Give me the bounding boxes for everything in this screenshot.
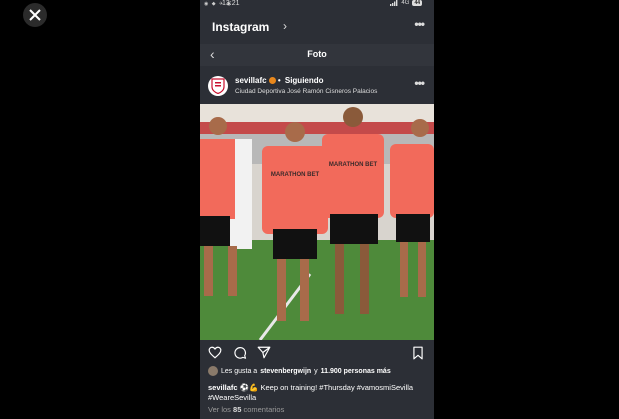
likes-prefix: Les gusta a bbox=[221, 367, 258, 375]
post-header: sevillafc • Siguiendo Ciudad Deportiva J… bbox=[200, 70, 434, 102]
likes-line: Les gusta a stevenbergwijn y 11.900 pers… bbox=[208, 366, 391, 376]
phone-screen: ◉ ◆ ✈ ◉ 13:21 4G 44 Instagram › ••• ‹ Fo… bbox=[200, 0, 434, 419]
verified-icon bbox=[268, 77, 276, 85]
page-title: Foto bbox=[307, 49, 327, 59]
heart-icon[interactable] bbox=[208, 346, 222, 359]
status-time: 13:21 bbox=[222, 0, 240, 7]
post-caption: sevillafc ⚽️💪 Keep on training! #Thursda… bbox=[208, 383, 428, 403]
comments-prefix: Ver los bbox=[208, 405, 231, 414]
more-icon[interactable]: ••• bbox=[414, 76, 425, 90]
app-title[interactable]: Instagram bbox=[212, 20, 269, 34]
likes-count[interactable]: 11.900 personas más bbox=[321, 368, 391, 375]
post-username[interactable]: sevillafc bbox=[235, 76, 267, 85]
likes-connector: y bbox=[314, 367, 318, 375]
page-header: ‹ Foto bbox=[200, 44, 434, 66]
network-label: 4G bbox=[401, 0, 410, 6]
post-location[interactable]: Ciudad Deportiva José Ramón Cisneros Pal… bbox=[235, 88, 377, 95]
status-bar: ◉ ◆ ✈ ◉ 13:21 4G 44 bbox=[200, 0, 434, 8]
avatar[interactable] bbox=[208, 76, 228, 96]
close-button[interactable] bbox=[23, 3, 47, 27]
caption-username[interactable]: sevillafc bbox=[208, 383, 238, 392]
following-button[interactable]: Siguiendo bbox=[285, 76, 324, 85]
comment-icon[interactable] bbox=[233, 346, 247, 360]
caption-emoji: ⚽️💪 bbox=[239, 383, 259, 392]
view-comments-link[interactable]: Ver los 85 comentarios bbox=[208, 405, 284, 414]
separator-dot: • bbox=[277, 76, 281, 85]
crest-icon bbox=[211, 78, 225, 94]
post-photo[interactable]: MARATHON BET MARATHON BET bbox=[200, 104, 434, 340]
signal-icon bbox=[390, 0, 398, 6]
liker-avatar[interactable] bbox=[208, 366, 218, 376]
share-icon[interactable] bbox=[257, 346, 271, 359]
app-header: Instagram › ••• bbox=[200, 10, 434, 44]
bookmark-icon[interactable] bbox=[412, 346, 424, 360]
liker-username[interactable]: stevenbergwijn bbox=[260, 368, 311, 375]
sponsor-text: MARATHON BET bbox=[271, 172, 320, 178]
comments-count: 85 bbox=[233, 405, 242, 414]
more-icon[interactable]: ••• bbox=[414, 17, 425, 31]
post-actions bbox=[200, 344, 434, 362]
post-username-line: sevillafc • Siguiendo bbox=[235, 76, 324, 85]
battery-icon: 44 bbox=[412, 0, 422, 6]
comments-suffix: comentarios bbox=[243, 405, 285, 414]
close-icon bbox=[29, 9, 41, 21]
sponsor-text: MARATHON BET bbox=[329, 162, 378, 168]
chevron-right-icon[interactable]: › bbox=[283, 19, 287, 33]
